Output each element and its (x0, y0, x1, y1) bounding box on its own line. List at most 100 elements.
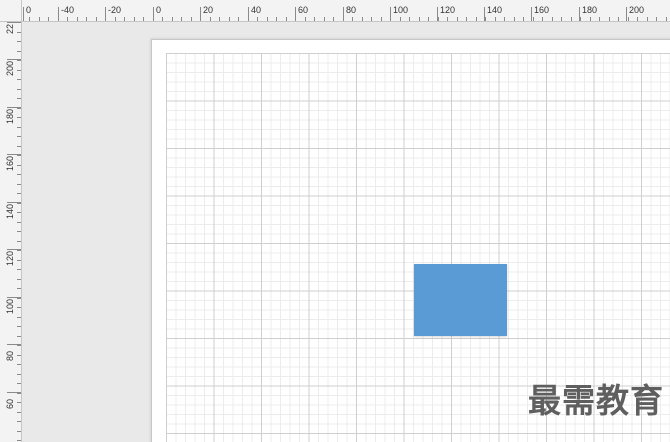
ruler-major-tick (7, 154, 21, 155)
ruler-minor-tick (409, 17, 410, 21)
ruler-minor-tick (646, 17, 648, 21)
ruler-minor-tick (17, 316, 21, 318)
ruler-minor-tick (17, 411, 21, 413)
ruler-minor-tick (17, 145, 21, 147)
ruler-minor-tick (17, 345, 21, 346)
ruler-label: 120 (440, 5, 456, 15)
ruler-label: 0 (26, 5, 32, 15)
ruler-label: 180 (582, 5, 598, 15)
ruler-minor-tick (95, 17, 97, 21)
ruler-minor-tick (485, 17, 486, 21)
ruler-minor-tick (17, 41, 21, 42)
ruler-corner (0, 0, 22, 22)
ruler-minor-tick (17, 326, 21, 327)
ruler-major-tick (7, 297, 21, 298)
ruler-minor-tick (523, 17, 524, 21)
ruler-minor-tick (86, 17, 87, 21)
ruler-minor-tick (17, 88, 21, 90)
ruler-major-tick (7, 392, 21, 393)
blue-rectangle-shape[interactable] (414, 264, 507, 336)
ruler-major-tick (295, 7, 296, 21)
ruler-label: -20 (108, 5, 122, 15)
ruler-minor-tick (114, 17, 116, 21)
ruler-minor-tick (17, 288, 21, 289)
ruler-minor-tick (17, 278, 21, 280)
ruler-minor-tick (17, 136, 21, 137)
ruler-minor-tick (570, 17, 572, 21)
ruler-label: 140 (487, 5, 503, 15)
horizontal-ruler[interactable]: 0 -40 -20 0 20 40 60 80 100 120 140 160 180 200 (22, 0, 670, 22)
ruler-minor-tick (171, 17, 173, 21)
ruler-minor-tick (494, 17, 496, 21)
ruler-minor-tick (466, 17, 467, 21)
ruler-minor-tick (599, 17, 600, 21)
ruler-minor-tick (513, 17, 515, 21)
ruler-minor-tick (17, 269, 21, 270)
ruler-major-tick (437, 7, 438, 21)
ruler-minor-tick (428, 17, 429, 21)
ruler-minor-tick (17, 50, 21, 52)
ruler-label: 40 (251, 5, 262, 15)
ruler-minor-tick (285, 17, 287, 21)
ruler-minor-tick (219, 17, 220, 21)
ruler-major-tick (7, 59, 21, 60)
ruler-minor-tick (371, 17, 372, 21)
ruler-minor-tick (17, 155, 21, 156)
ruler-minor-tick (257, 17, 258, 21)
ruler-minor-tick (380, 17, 382, 21)
ruler-major-tick (7, 344, 21, 345)
ruler-label: 80 (346, 5, 357, 15)
ruler-minor-tick (17, 98, 21, 99)
ruler-minor-tick (665, 17, 667, 21)
ruler-minor-tick (17, 69, 21, 71)
ruler-major-tick (7, 22, 21, 23)
ruler-minor-tick (304, 17, 306, 21)
ruler-minor-tick (17, 430, 21, 432)
ruler-minor-tick (17, 174, 21, 175)
ruler-minor-tick (76, 17, 78, 21)
ruler-minor-tick (475, 17, 477, 21)
ruler-minor-tick (228, 17, 230, 21)
ruler-minor-tick (608, 17, 610, 21)
ruler-label: 180 (5, 108, 15, 124)
ruler-label: 160 (534, 5, 550, 15)
ruler-minor-tick (162, 17, 163, 21)
ruler-label: 60 (298, 5, 309, 15)
ruler-label: 200 (5, 60, 15, 76)
ruler-minor-tick (352, 17, 353, 21)
ruler-minor-tick (17, 354, 21, 356)
ruler-minor-tick (361, 17, 363, 21)
ruler-label: 120 (5, 250, 15, 266)
ruler-minor-tick (17, 221, 21, 223)
ruler-minor-tick (17, 31, 21, 33)
ruler-major-tick (531, 7, 532, 21)
ruler-minor-tick (17, 259, 21, 261)
ruler-minor-tick (589, 17, 591, 21)
ruler-minor-tick (209, 17, 211, 21)
ruler-minor-tick (504, 17, 505, 21)
ruler-minor-tick (17, 117, 21, 118)
ruler-minor-tick (17, 60, 21, 61)
ruler-minor-tick (17, 164, 21, 166)
ruler-minor-tick (276, 17, 277, 21)
ruler-minor-tick (124, 17, 125, 21)
watermark-text: 最需教育 (528, 381, 664, 420)
vertical-ruler[interactable]: 22 200 180 160 140 120 100 80 60 (0, 22, 22, 442)
ruler-major-tick (105, 7, 106, 21)
ruler-minor-tick (181, 17, 182, 21)
ruler-major-tick (7, 249, 21, 250)
ruler-label: -40 (61, 5, 75, 15)
ruler-label: 80 (5, 350, 15, 361)
ruler-minor-tick (17, 250, 21, 251)
ruler-major-tick (626, 7, 627, 21)
ruler-label: 200 (629, 5, 645, 15)
ruler-label: 160 (5, 155, 15, 171)
ruler-minor-tick (656, 17, 657, 21)
ruler-minor-tick (323, 17, 325, 21)
ruler-major-tick (390, 7, 391, 21)
ruler-minor-tick (48, 17, 49, 21)
ruler-major-tick (153, 7, 154, 21)
ruler-label: 20 (203, 5, 214, 15)
ruler-label: 0 (156, 5, 162, 15)
ruler-major-tick (23, 7, 24, 21)
